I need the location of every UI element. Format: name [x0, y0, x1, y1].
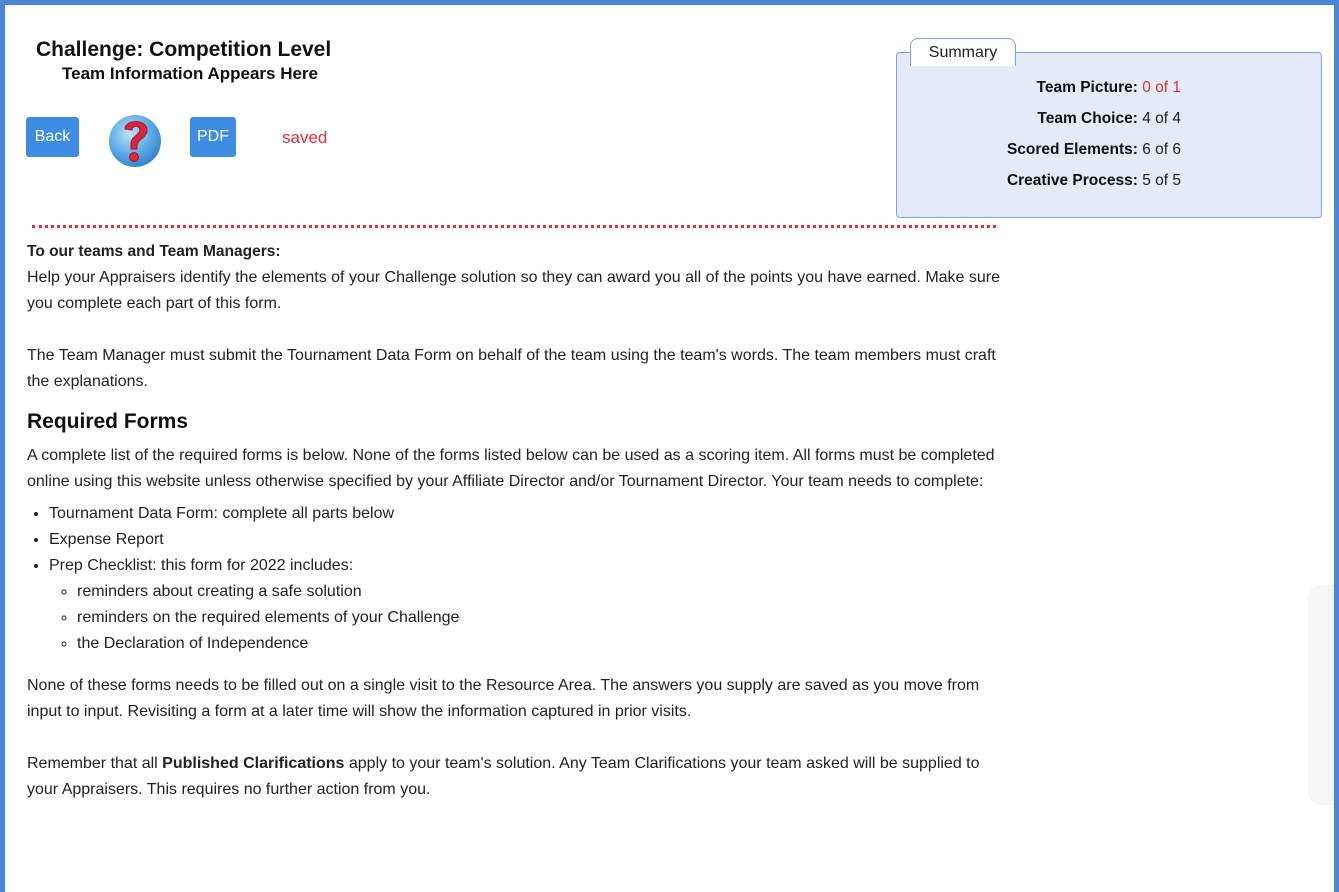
prep-checklist-sublist: reminders about creating a safe solution…: [49, 579, 1002, 657]
summary-row-team-choice: Team Choice: 4 of 4: [841, 110, 1181, 128]
intro-paragraph: Help your Appraisers identify the elemen…: [27, 269, 1001, 312]
required-forms-list: Tournament Data Form: complete all parts…: [27, 501, 1002, 657]
manager-note: The Team Manager must submit the Tournam…: [27, 347, 996, 390]
summary-row-creative-process: Creative Process: 5 of 5: [841, 172, 1181, 190]
summary-label: Team Picture:: [1036, 79, 1138, 96]
summary-value: 0 of 1: [1142, 79, 1181, 96]
summary-value: 6 of 6: [1142, 141, 1181, 158]
summary-label: Team Choice:: [1037, 110, 1138, 127]
summary-value: 5 of 5: [1142, 172, 1181, 189]
summary-row-team-picture: Team Picture: 0 of 1: [841, 79, 1181, 97]
summary-row-scored-elements: Scored Elements: 6 of 6: [841, 141, 1181, 159]
required-forms-text: A complete list of the required forms is…: [27, 447, 995, 490]
summary-label: Creative Process:: [1006, 172, 1138, 189]
list-item: Tournament Data Form: complete all parts…: [49, 501, 1002, 527]
page-title: Challenge: Competition Level: [36, 38, 332, 61]
summary-panel: Team Picture: 0 of 1 Team Choice: 4 of 4…: [896, 52, 1322, 218]
summary-label: Scored Elements:: [1006, 141, 1138, 158]
page-subtitle: Team Information Appears Here: [62, 64, 319, 83]
instructions-content: To our teams and Team Managers: Help you…: [27, 239, 1002, 803]
list-item: Prep Checklist: this form for 2022 inclu…: [49, 553, 1002, 657]
pdf-button[interactable]: PDF: [190, 117, 236, 157]
section-divider: [32, 225, 996, 228]
scroll-area-shadow: [1308, 585, 1334, 805]
list-item-label: Prep Checklist: this form for 2022 inclu…: [49, 557, 354, 574]
list-item: Expense Report: [49, 527, 1002, 553]
help-button[interactable]: [107, 111, 163, 167]
visits-paragraph: None of these forms needs to be filled o…: [27, 677, 980, 720]
clarifications-paragraph: Remember that all Published Clarificatio…: [27, 755, 980, 798]
summary-value: 4 of 4: [1142, 110, 1181, 127]
sub-list-item: the Declaration of Independence: [77, 631, 1002, 657]
save-status: saved: [282, 128, 328, 147]
sub-list-item: reminders on the required elements of yo…: [77, 605, 1002, 631]
required-forms-heading: Required Forms: [27, 410, 189, 433]
question-mark-icon: [109, 115, 161, 167]
published-clarifications: Published Clarifications: [162, 755, 345, 772]
summary-tab[interactable]: Summary: [910, 38, 1016, 66]
back-button[interactable]: Back: [26, 117, 79, 157]
sub-list-item: reminders about creating a safe solution: [77, 579, 1002, 605]
intro-lead: To our teams and Team Managers:: [27, 243, 281, 260]
